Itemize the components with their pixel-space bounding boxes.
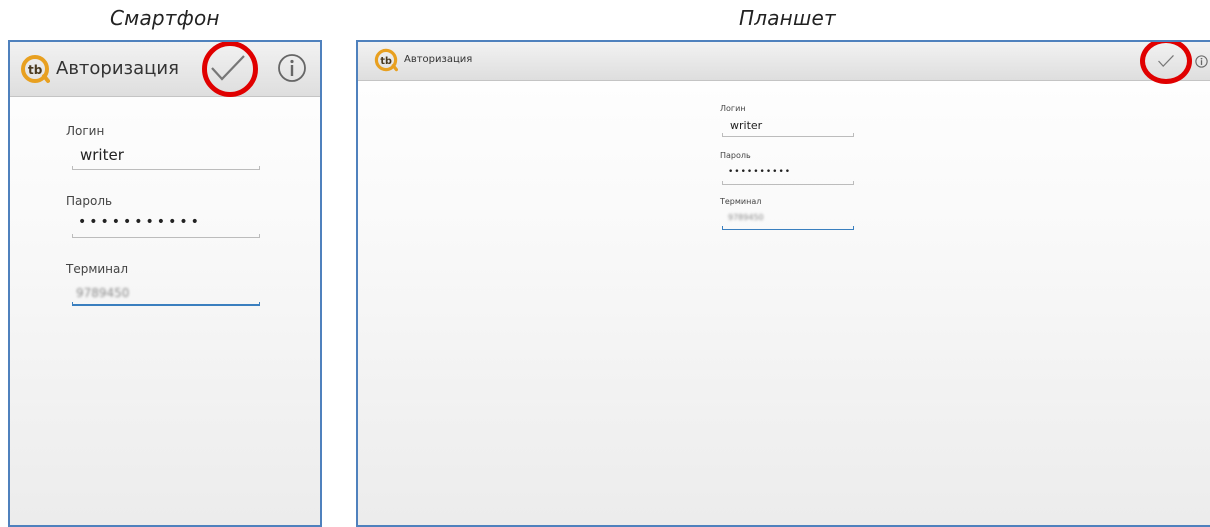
app-logo-icon: tb [20, 54, 50, 88]
password-label: Пароль [66, 194, 113, 208]
svg-text:tb: tb [28, 63, 43, 77]
password-field[interactable]: •••••••••• [728, 167, 791, 177]
smartphone-caption: Смартфон [110, 6, 220, 30]
terminal-field-underline [72, 302, 260, 306]
smartphone-screen: tb Авторизация Логин writer Пароль •••••… [8, 40, 322, 527]
password-field-underline [722, 181, 854, 185]
info-button[interactable] [276, 52, 308, 84]
password-label: Пароль [720, 151, 751, 160]
tablet-screen: tb Авторизация Логин writer Пароль •••••… [356, 40, 1210, 527]
page-title: Авторизация [56, 58, 179, 79]
tablet-caption: Планшет [739, 6, 836, 30]
confirm-button[interactable] [1154, 50, 1178, 72]
terminal-field-underline [722, 226, 854, 230]
checkmark-icon [1158, 54, 1174, 68]
svg-text:tb: tb [380, 56, 392, 67]
login-field[interactable]: writer [730, 119, 762, 132]
confirm-button[interactable] [206, 48, 250, 88]
login-field[interactable]: writer [80, 146, 124, 164]
page-title: Авторизация [404, 54, 473, 65]
info-icon [278, 54, 306, 82]
app-logo-icon: tb [374, 48, 398, 76]
terminal-label: Терминал [720, 197, 762, 206]
smartphone-action-bar: tb Авторизация [10, 42, 320, 97]
terminal-label: Терминал [66, 262, 129, 276]
password-field-underline [72, 234, 260, 238]
info-button[interactable] [1194, 54, 1208, 68]
tablet-action-bar: tb Авторизация [358, 42, 1210, 84]
checkmark-icon [211, 55, 245, 81]
terminal-field[interactable]: 9789450 [76, 286, 129, 300]
login-label: Логин [66, 124, 105, 138]
terminal-field[interactable]: 9789450 [728, 213, 764, 222]
login-field-underline [722, 133, 854, 137]
login-label: Логин [720, 104, 746, 113]
info-icon [1194, 54, 1208, 68]
password-field[interactable]: ••••••••••• [78, 214, 202, 230]
login-field-underline [72, 166, 260, 170]
